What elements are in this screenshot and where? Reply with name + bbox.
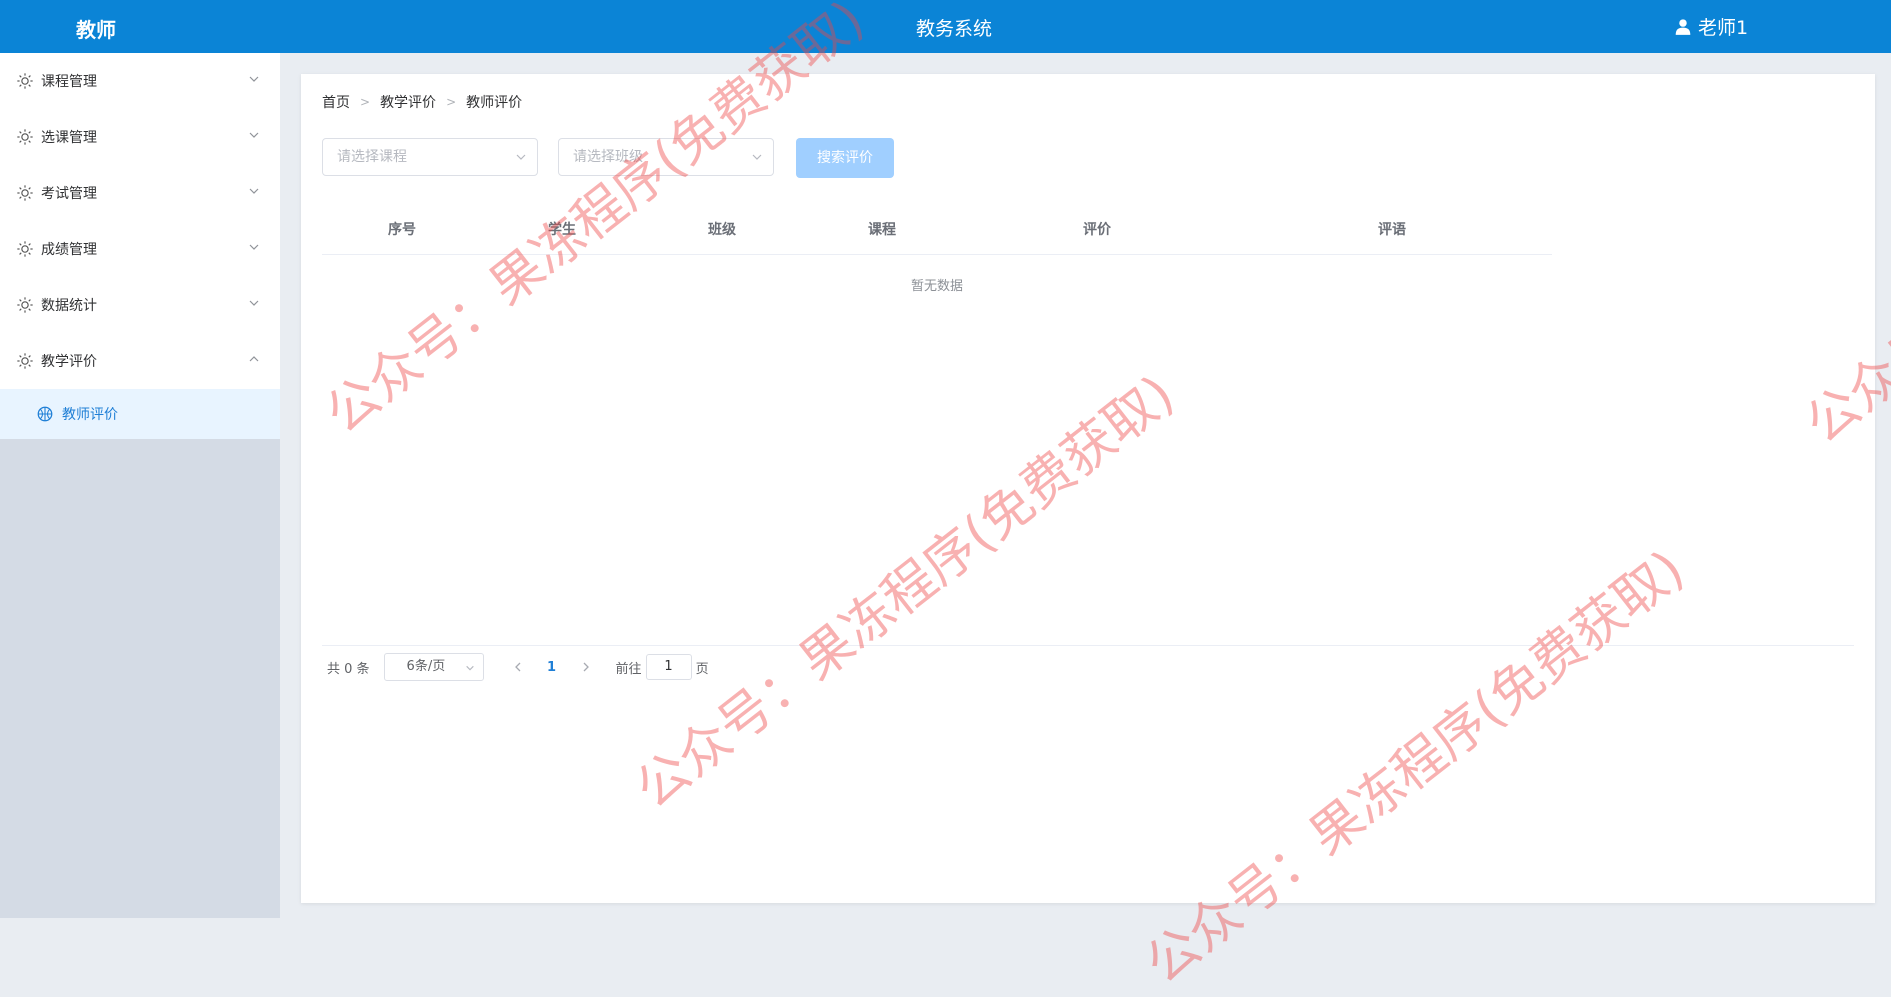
sun-icon	[17, 353, 33, 369]
sidebar-menu: 课程管理 选课管理 考试管理 成绩管理 数据统计 教学评价 教师评价	[0, 53, 280, 439]
empty-state-text: 暂无数据	[910, 279, 963, 294]
sidebar-item-grade-management[interactable]: 成绩管理	[0, 221, 280, 277]
column-header-class: 班级	[708, 222, 736, 238]
breadcrumb-home[interactable]: 首页	[322, 92, 350, 112]
top-bar: 教师 教务系统 老师1	[0, 0, 1891, 53]
sidebar-item-exam-management[interactable]: 考试管理	[0, 165, 280, 221]
sun-icon	[17, 185, 33, 201]
chevron-up-icon	[249, 356, 259, 362]
breadcrumb: 首页 > 教学评价 > 教师评价	[322, 92, 522, 112]
breadcrumb-current: 教师评价	[466, 95, 523, 111]
breadcrumb-separator-icon: >	[446, 95, 457, 109]
column-header-course: 课程	[868, 222, 896, 238]
goto-page-input[interactable]: 1	[645, 654, 692, 680]
chevron-down-icon	[249, 76, 259, 82]
column-header-comment: 评语	[1378, 222, 1406, 238]
chevron-right-icon	[583, 662, 589, 672]
sidebar-item-course-management[interactable]: 课程管理	[0, 53, 280, 109]
evaluation-table: 序号 学生 班级 课程 评价 评语 暂无数据	[322, 210, 1552, 294]
goto-prefix: 前往	[615, 661, 642, 677]
chevron-down-icon	[516, 154, 526, 160]
basketball-icon	[37, 406, 53, 422]
column-header-student: 学生	[548, 222, 576, 238]
sidebar-item-label: 课程管理	[41, 74, 97, 90]
prev-page-button[interactable]	[504, 653, 532, 681]
next-page-button[interactable]	[572, 653, 600, 681]
breadcrumb-item: 教学评价	[380, 95, 437, 111]
role-title: 教师	[76, 18, 116, 42]
sidebar-item-statistics[interactable]: 数据统计	[0, 277, 280, 333]
table-header: 序号 学生 班级 课程 评价 评语	[322, 210, 1552, 255]
course-select[interactable]: 请选择课程	[322, 138, 538, 176]
sidebar-item-label: 数据统计	[41, 298, 97, 314]
column-header-index: 序号	[388, 222, 416, 238]
search-evaluation-button[interactable]: 搜索评价	[796, 138, 894, 178]
user-menu[interactable]: 老师1	[1674, 13, 1748, 40]
pagination: 共 0 条 6条/页 1 前往 1 页	[327, 650, 709, 684]
sun-icon	[17, 297, 33, 313]
chevron-down-icon	[752, 154, 762, 160]
sidebar-item-label: 成绩管理	[41, 242, 97, 258]
course-select-placeholder: 请选择课程	[337, 149, 407, 165]
sidebar-item-teaching-evaluation[interactable]: 教学评价	[0, 333, 280, 389]
sidebar-item-label: 选课管理	[41, 130, 97, 146]
system-title: 教务系统	[916, 18, 993, 40]
sun-icon	[17, 73, 33, 89]
sidebar-item-label: 考试管理	[41, 186, 97, 202]
class-select[interactable]: 请选择班级	[558, 138, 774, 176]
chevron-down-icon	[465, 665, 474, 671]
chevron-down-icon	[249, 300, 259, 306]
pagination-total: 共 0 条	[327, 661, 370, 677]
sun-icon	[17, 241, 33, 257]
class-select-placeholder: 请选择班级	[573, 149, 643, 165]
goto-suffix: 页	[695, 661, 709, 677]
sun-icon	[17, 129, 33, 145]
chevron-down-icon	[249, 244, 259, 250]
page-size-value: 6条/页	[406, 659, 446, 674]
sidebar: 课程管理 选课管理 考试管理 成绩管理 数据统计 教学评价 教师评价	[0, 53, 280, 918]
sidebar-subitem-teacher-evaluation[interactable]: 教师评价	[0, 389, 280, 439]
main-card: 首页 > 教学评价 > 教师评价 请选择课程 请选择班级 搜索评价 序号 学生 …	[301, 74, 1875, 903]
sidebar-item-selection-management[interactable]: 选课管理	[0, 109, 280, 165]
username: 老师1	[1698, 17, 1749, 39]
user-icon	[1675, 18, 1691, 35]
sidebar-item-label: 教学评价	[41, 354, 97, 370]
current-page[interactable]: 1	[532, 660, 572, 675]
chevron-down-icon	[249, 188, 259, 194]
breadcrumb-separator-icon: >	[360, 95, 371, 109]
page-size-select[interactable]: 6条/页	[383, 653, 484, 681]
sidebar-subitem-label: 教师评价	[62, 407, 118, 423]
chevron-down-icon	[249, 132, 259, 138]
chevron-left-icon	[514, 662, 521, 672]
divider	[322, 645, 1854, 646]
column-header-evaluation: 评价	[1083, 222, 1111, 238]
